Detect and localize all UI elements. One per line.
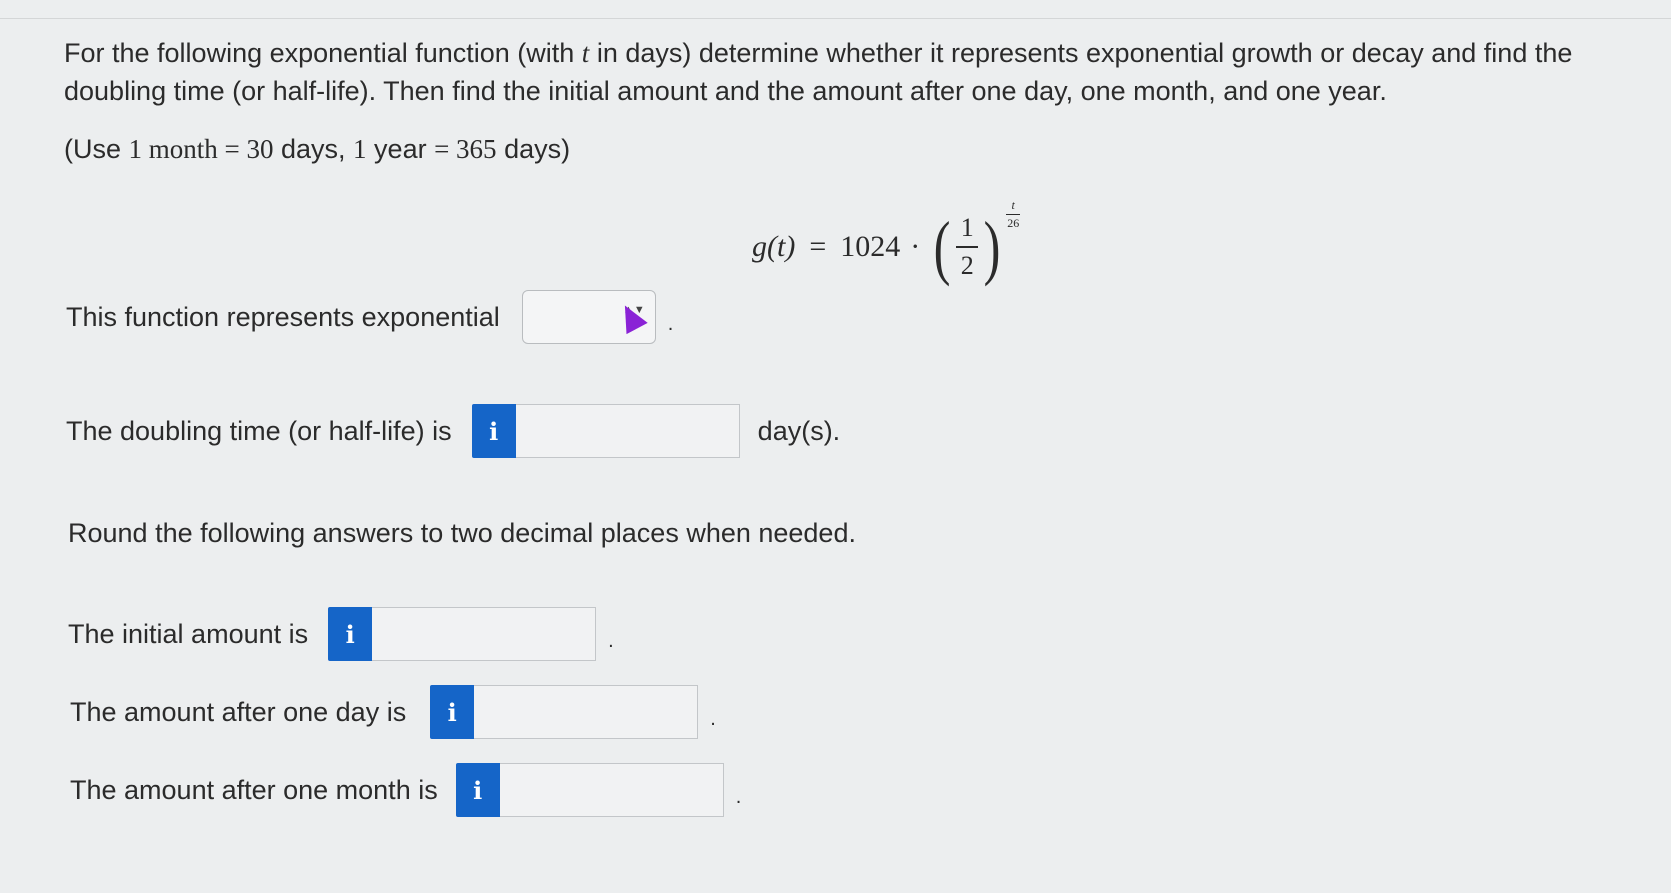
question-text: For the following exponential function (…	[64, 38, 1573, 106]
base-fraction: 12	[956, 213, 979, 281]
info-icon[interactable]: i	[471, 404, 516, 458]
halflife-row: The doubling time (or half-life) is i da…	[66, 404, 840, 458]
function-formula: g(t) = 1024 · ( 12 ) t 26	[752, 198, 1021, 287]
info-icon[interactable]: i	[328, 607, 373, 661]
initial-amount-row: The initial amount is i .	[68, 607, 614, 661]
one-day-label: The amount after one day is	[70, 696, 407, 727]
initial-amount-input[interactable]	[372, 607, 597, 661]
unit-conversion-note: (Use 1 month = 30 days, 1 year = 365 day…	[64, 134, 571, 164]
halflife-input[interactable]	[515, 404, 740, 458]
initial-amount-label: The initial amount is	[68, 618, 309, 649]
info-icon[interactable]: i	[455, 763, 500, 817]
growth-decay-label: This function represents exponential	[66, 301, 500, 332]
info-icon[interactable]: i	[430, 685, 475, 739]
days-unit-label: day(s).	[757, 415, 841, 446]
growth-decay-select[interactable]: ▲▼	[521, 290, 656, 344]
halflife-label: The doubling time (or half-life) is	[66, 415, 452, 446]
exponent-fraction: t 26	[1006, 198, 1021, 230]
one-day-input[interactable]	[474, 685, 699, 739]
one-month-label: The amount after one month is	[70, 774, 438, 805]
growth-decay-row: This function represents exponential ▲▼ …	[66, 290, 673, 344]
divider-line	[0, 18, 1671, 19]
one-day-row: The amount after one day is i .	[70, 685, 716, 739]
one-month-input[interactable]	[499, 763, 724, 817]
one-month-row: The amount after one month is i .	[70, 763, 741, 817]
rounding-note: Round the following answers to two decim…	[68, 518, 856, 548]
